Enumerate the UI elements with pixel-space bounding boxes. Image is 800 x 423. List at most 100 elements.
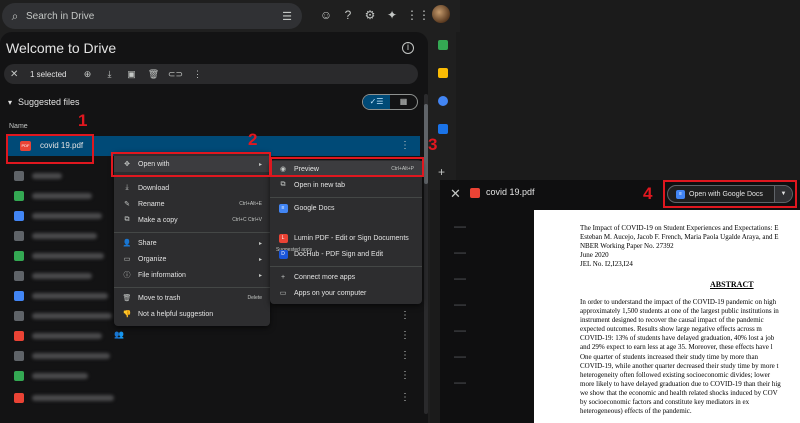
- file-icon: [14, 311, 24, 321]
- abstract-heading: ABSTRACT: [710, 280, 754, 289]
- blurred-name: [32, 253, 104, 259]
- column-header-name[interactable]: Name: [9, 123, 28, 130]
- share-icon[interactable]: ⊕: [76, 69, 98, 80]
- keep-icon[interactable]: [438, 68, 448, 78]
- table-row[interactable]: ⋮: [6, 366, 420, 386]
- top-icons: ☺ ? ⚙ ✦ ⋮⋮: [318, 6, 430, 24]
- menu-item-lumin[interactable]: L Lumin PDF - Edit or Sign Documents: [270, 230, 422, 246]
- folder-icon: ▭: [123, 256, 131, 263]
- file-icon: [14, 171, 24, 181]
- document-page: The Impact of COVID-19 on Student Experi…: [534, 210, 800, 423]
- ghost-item: ▬▬: [454, 302, 466, 308]
- ghost-item: ▬▬: [454, 354, 466, 360]
- avatar[interactable]: [432, 5, 450, 23]
- document-authors: Esteban M. Aucejo, Jacob F. French, Mari…: [580, 233, 779, 241]
- list-view-icon[interactable]: ✓☰: [363, 95, 390, 109]
- apps-grid-icon[interactable]: ⋮⋮: [406, 6, 430, 24]
- document-jel: JEL No. I2,I23,I24: [580, 260, 633, 268]
- info-icon[interactable]: i: [402, 42, 414, 54]
- abstract-line: more likely to have delayed graduation d…: [580, 379, 781, 388]
- menu-item-organize[interactable]: ▭ Organize ▸: [114, 251, 270, 267]
- table-row[interactable]: 👥 ⋮: [6, 326, 420, 346]
- more-icon[interactable]: ⋮: [400, 370, 410, 381]
- more-icon[interactable]: ⋮: [400, 140, 410, 151]
- docs-icon: [14, 211, 24, 221]
- view-toggle[interactable]: ✓☰ ▦: [362, 94, 418, 110]
- menu-item-open-new-tab[interactable]: ⧉ Open in new tab: [270, 177, 422, 193]
- download-icon[interactable]: ⤓: [98, 69, 120, 80]
- menu-item-download[interactable]: ⤓ Download: [114, 180, 270, 196]
- search-bar[interactable]: ⌕ Search in Drive ☰: [2, 3, 302, 29]
- more-icon[interactable]: ⋮: [400, 310, 410, 321]
- abstract-line: instrument designed to recover the causa…: [580, 316, 764, 325]
- menu-item-connect-more[interactable]: + Connect more apps: [270, 269, 422, 285]
- settings-icon[interactable]: ⚙: [362, 6, 378, 24]
- abstract-line: we show that the economic and health rel…: [580, 388, 778, 397]
- menu-item-label: Share: [138, 239, 157, 247]
- pdf-icon: [470, 188, 480, 198]
- blurred-name: [32, 313, 112, 319]
- screenshot-root: ⌕ Search in Drive ☰ ☺ ? ⚙ ✦ ⋮⋮ Welcome t…: [0, 0, 800, 423]
- contacts-icon[interactable]: [438, 124, 448, 134]
- selection-toolbar: ✕ 1 selected ⊕ ⤓ ▣ 🗑 ⊂⊃ ⋮: [4, 64, 418, 84]
- abstract-line: approximately 1,500 students at one of t…: [580, 307, 779, 316]
- divider: [114, 232, 270, 233]
- blurred-name: [32, 333, 102, 339]
- abstract-line: In order to understand the impact of the…: [580, 298, 777, 306]
- search-input[interactable]: Search in Drive: [26, 11, 276, 22]
- ghost-item: ▬▬: [454, 250, 466, 256]
- chevron-down-icon: ▾: [8, 98, 13, 107]
- ghost-item: ▬▬: [454, 224, 466, 230]
- chevron-right-icon: ▸: [258, 256, 262, 263]
- status-icon[interactable]: ☺: [318, 6, 334, 24]
- search-options-icon[interactable]: ☰: [276, 10, 298, 23]
- chevron-right-icon: ▸: [258, 272, 262, 279]
- menu-item-label: Apps on your computer: [294, 289, 367, 297]
- menu-item-label: Not a helpful suggestion: [138, 310, 214, 318]
- menu-item-dochub[interactable]: D DocHub - PDF Sign and Edit: [270, 246, 422, 262]
- more-icon[interactable]: ⋮: [400, 392, 410, 403]
- move-icon[interactable]: ▣: [120, 69, 142, 80]
- menu-item-file-information[interactable]: ⓘ File information ▸: [114, 267, 270, 283]
- abstract-line: heterogeneous) effects of the pandemic.: [580, 407, 692, 416]
- tasks-icon[interactable]: [438, 96, 448, 106]
- divider: [270, 197, 422, 198]
- menu-item-rename[interactable]: ✎ Rename Ctrl+Alt+E: [114, 196, 270, 212]
- menu-item-label: Make a copy: [138, 216, 178, 224]
- menu-item-computer-apps[interactable]: ▭ Apps on your computer: [270, 285, 422, 301]
- more-icon[interactable]: ⋮: [400, 330, 410, 341]
- menu-item-make-copy[interactable]: ⧉ Make a copy Ctrl+C Ctrl+V: [114, 212, 270, 228]
- add-icon[interactable]: +: [438, 165, 445, 179]
- close-icon[interactable]: ✕: [450, 186, 461, 202]
- menu-item-not-helpful[interactable]: 👎 Not a helpful suggestion: [114, 306, 270, 322]
- shared-icon: 👥: [114, 330, 124, 339]
- lumin-icon: L: [276, 233, 290, 243]
- menu-item-move-to-trash[interactable]: 🗑 Move to trash Delete: [114, 290, 270, 306]
- close-icon[interactable]: ✕: [10, 69, 24, 80]
- divider: [114, 287, 270, 288]
- dimmed-background: ▬▬ ▬▬ ▬▬ ▬▬ ▬▬ ▬▬ ▬▬: [440, 210, 532, 423]
- link-icon[interactable]: ⊂⊃: [164, 69, 186, 80]
- annotation-box-2: [111, 152, 271, 177]
- docs-icon: [14, 291, 24, 301]
- help-icon[interactable]: ?: [340, 6, 356, 24]
- more-icon[interactable]: ⋮: [400, 350, 410, 361]
- trash-icon[interactable]: 🗑: [142, 69, 164, 80]
- section-header[interactable]: ▾ Suggested files: [8, 97, 80, 107]
- calendar-icon[interactable]: [438, 40, 448, 50]
- menu-item-share[interactable]: 👤 Share ▸: [114, 235, 270, 251]
- blurred-name: [32, 373, 88, 379]
- edit-icon: ✎: [124, 201, 130, 208]
- gemini-icon[interactable]: ✦: [384, 6, 400, 24]
- menu-item-google-docs[interactable]: ≡ Google Docs: [270, 200, 422, 216]
- blurred-name: [32, 353, 110, 359]
- table-row[interactable]: ⋮: [6, 388, 420, 408]
- thumb-down-icon: 👎: [122, 311, 132, 318]
- grid-view-icon[interactable]: ▦: [390, 95, 417, 109]
- more-icon[interactable]: ⋮: [186, 69, 208, 80]
- menu-item-label: DocHub - PDF Sign and Edit: [294, 250, 384, 258]
- table-row[interactable]: ⋮: [6, 346, 420, 366]
- section-title: Suggested files: [18, 97, 80, 107]
- abstract-line: expected outcomes. Results show large ne…: [580, 325, 762, 334]
- file-icon: [14, 351, 24, 361]
